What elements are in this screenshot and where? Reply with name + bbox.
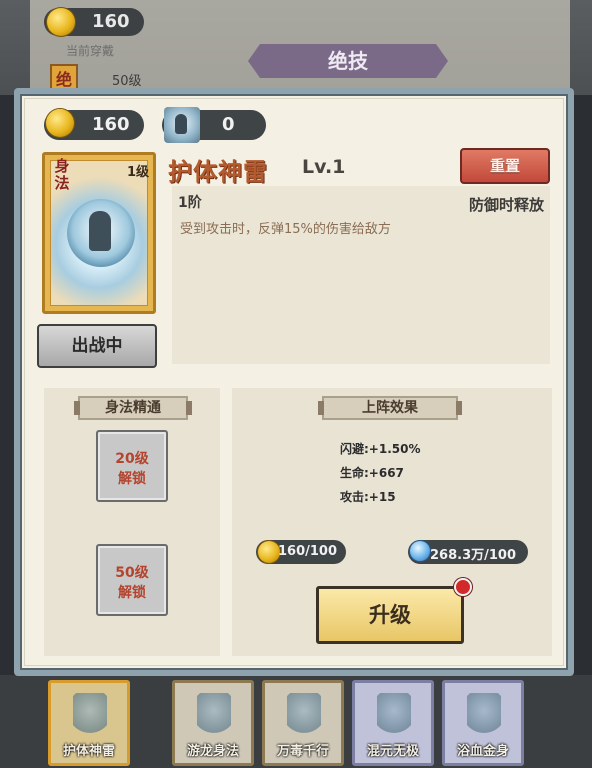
skill-scroll-value: 0	[222, 114, 235, 135]
coin-cost-value: 160/100	[278, 544, 338, 559]
background-skill-card[interactable]: 万毒千行	[262, 680, 344, 766]
background-skill-card-label: 万毒千行	[276, 744, 329, 759]
gem-cost-value: 268.3万/100	[430, 548, 517, 563]
gem-cost: 268.3万/100	[408, 540, 528, 564]
coin-value: 160	[92, 114, 130, 135]
skill-description: 受到攻击时，反弹15%的伤害给敌方	[180, 222, 391, 237]
skill-card-type: 身法	[54, 157, 70, 192]
skill-figure-icon	[197, 693, 231, 737]
reset-button[interactable]: 重置	[460, 148, 550, 184]
background-coin-counter: 160	[44, 8, 144, 36]
mastery-slot-locked[interactable]: 50级 解锁	[96, 544, 168, 616]
effect-stat-hp: 生命:+667	[340, 466, 404, 480]
skill-scroll-icon	[164, 107, 200, 143]
coin-icon	[46, 109, 74, 137]
coin-icon	[258, 541, 280, 563]
skill-name: 护体神雷	[168, 158, 268, 186]
skill-figure-icon	[73, 693, 107, 737]
background-skill-card-label: 混元无极	[366, 744, 419, 759]
upgrade-button[interactable]: 升级	[316, 586, 464, 644]
effect-stat-dodge: 闪避:+1.50%	[340, 442, 421, 456]
mastery-slot-level: 50级	[115, 565, 149, 581]
notification-dot-icon	[454, 578, 472, 596]
mastery-panel: 身法精通 20级 解锁 50级 解锁	[44, 388, 220, 656]
background-skill-card[interactable]: 游龙身法	[172, 680, 254, 766]
coin-icon	[47, 8, 75, 36]
coin-cost: 160/100	[256, 540, 346, 564]
skill-tier: 1阶	[178, 195, 202, 211]
deployed-button[interactable]: 出战中	[37, 324, 157, 368]
effect-stat-attack: 攻击:+15	[340, 490, 396, 504]
skill-level: Lv.1	[302, 156, 346, 178]
background-skill-card[interactable]: 混元无极	[352, 680, 434, 766]
background-skill-card[interactable]: 浴血金身	[442, 680, 524, 766]
skill-figure-icon	[377, 693, 411, 737]
mastery-slot-level: 20级	[115, 451, 149, 467]
skill-card-level: 1级	[126, 165, 149, 180]
skill-detail-dialog: 160 0 身法 1级 护体神雷 Lv.1 重置 1阶 防御时释放 受到攻击时，…	[14, 88, 574, 676]
skill-card: 身法 1级	[42, 152, 156, 314]
background-skill-card-label: 护体神雷	[62, 744, 115, 759]
background-skill-card-label: 浴血金身	[456, 744, 509, 759]
mastery-slot-status: 解锁	[118, 471, 146, 487]
mastery-slot-status: 解锁	[118, 585, 146, 601]
background-skill-card[interactable]: 护体神雷	[48, 680, 130, 766]
gem-icon	[410, 541, 430, 561]
background-skill-card-label: 游龙身法	[186, 744, 239, 759]
coin-counter: 160	[44, 109, 144, 140]
mastery-title: 身法精通	[74, 396, 192, 420]
character-figure-icon	[89, 211, 111, 251]
deploy-effect-title: 上阵效果	[318, 396, 462, 420]
skill-figure-icon	[287, 693, 321, 737]
background-level: 50级	[112, 74, 142, 89]
skill-scroll-counter: 0	[162, 107, 266, 143]
background-subtitle: 当前穿戴	[66, 44, 115, 58]
skill-figure-icon	[467, 693, 501, 737]
background-coin-value: 160	[92, 11, 130, 32]
background-tab-ribbon: 绝技	[248, 44, 448, 78]
mastery-slot-locked[interactable]: 20级 解锁	[96, 430, 168, 502]
skill-description-panel: 1阶 防御时释放 受到攻击时，反弹15%的伤害给敌方	[172, 186, 550, 364]
skill-trigger: 防御时释放	[468, 196, 544, 214]
